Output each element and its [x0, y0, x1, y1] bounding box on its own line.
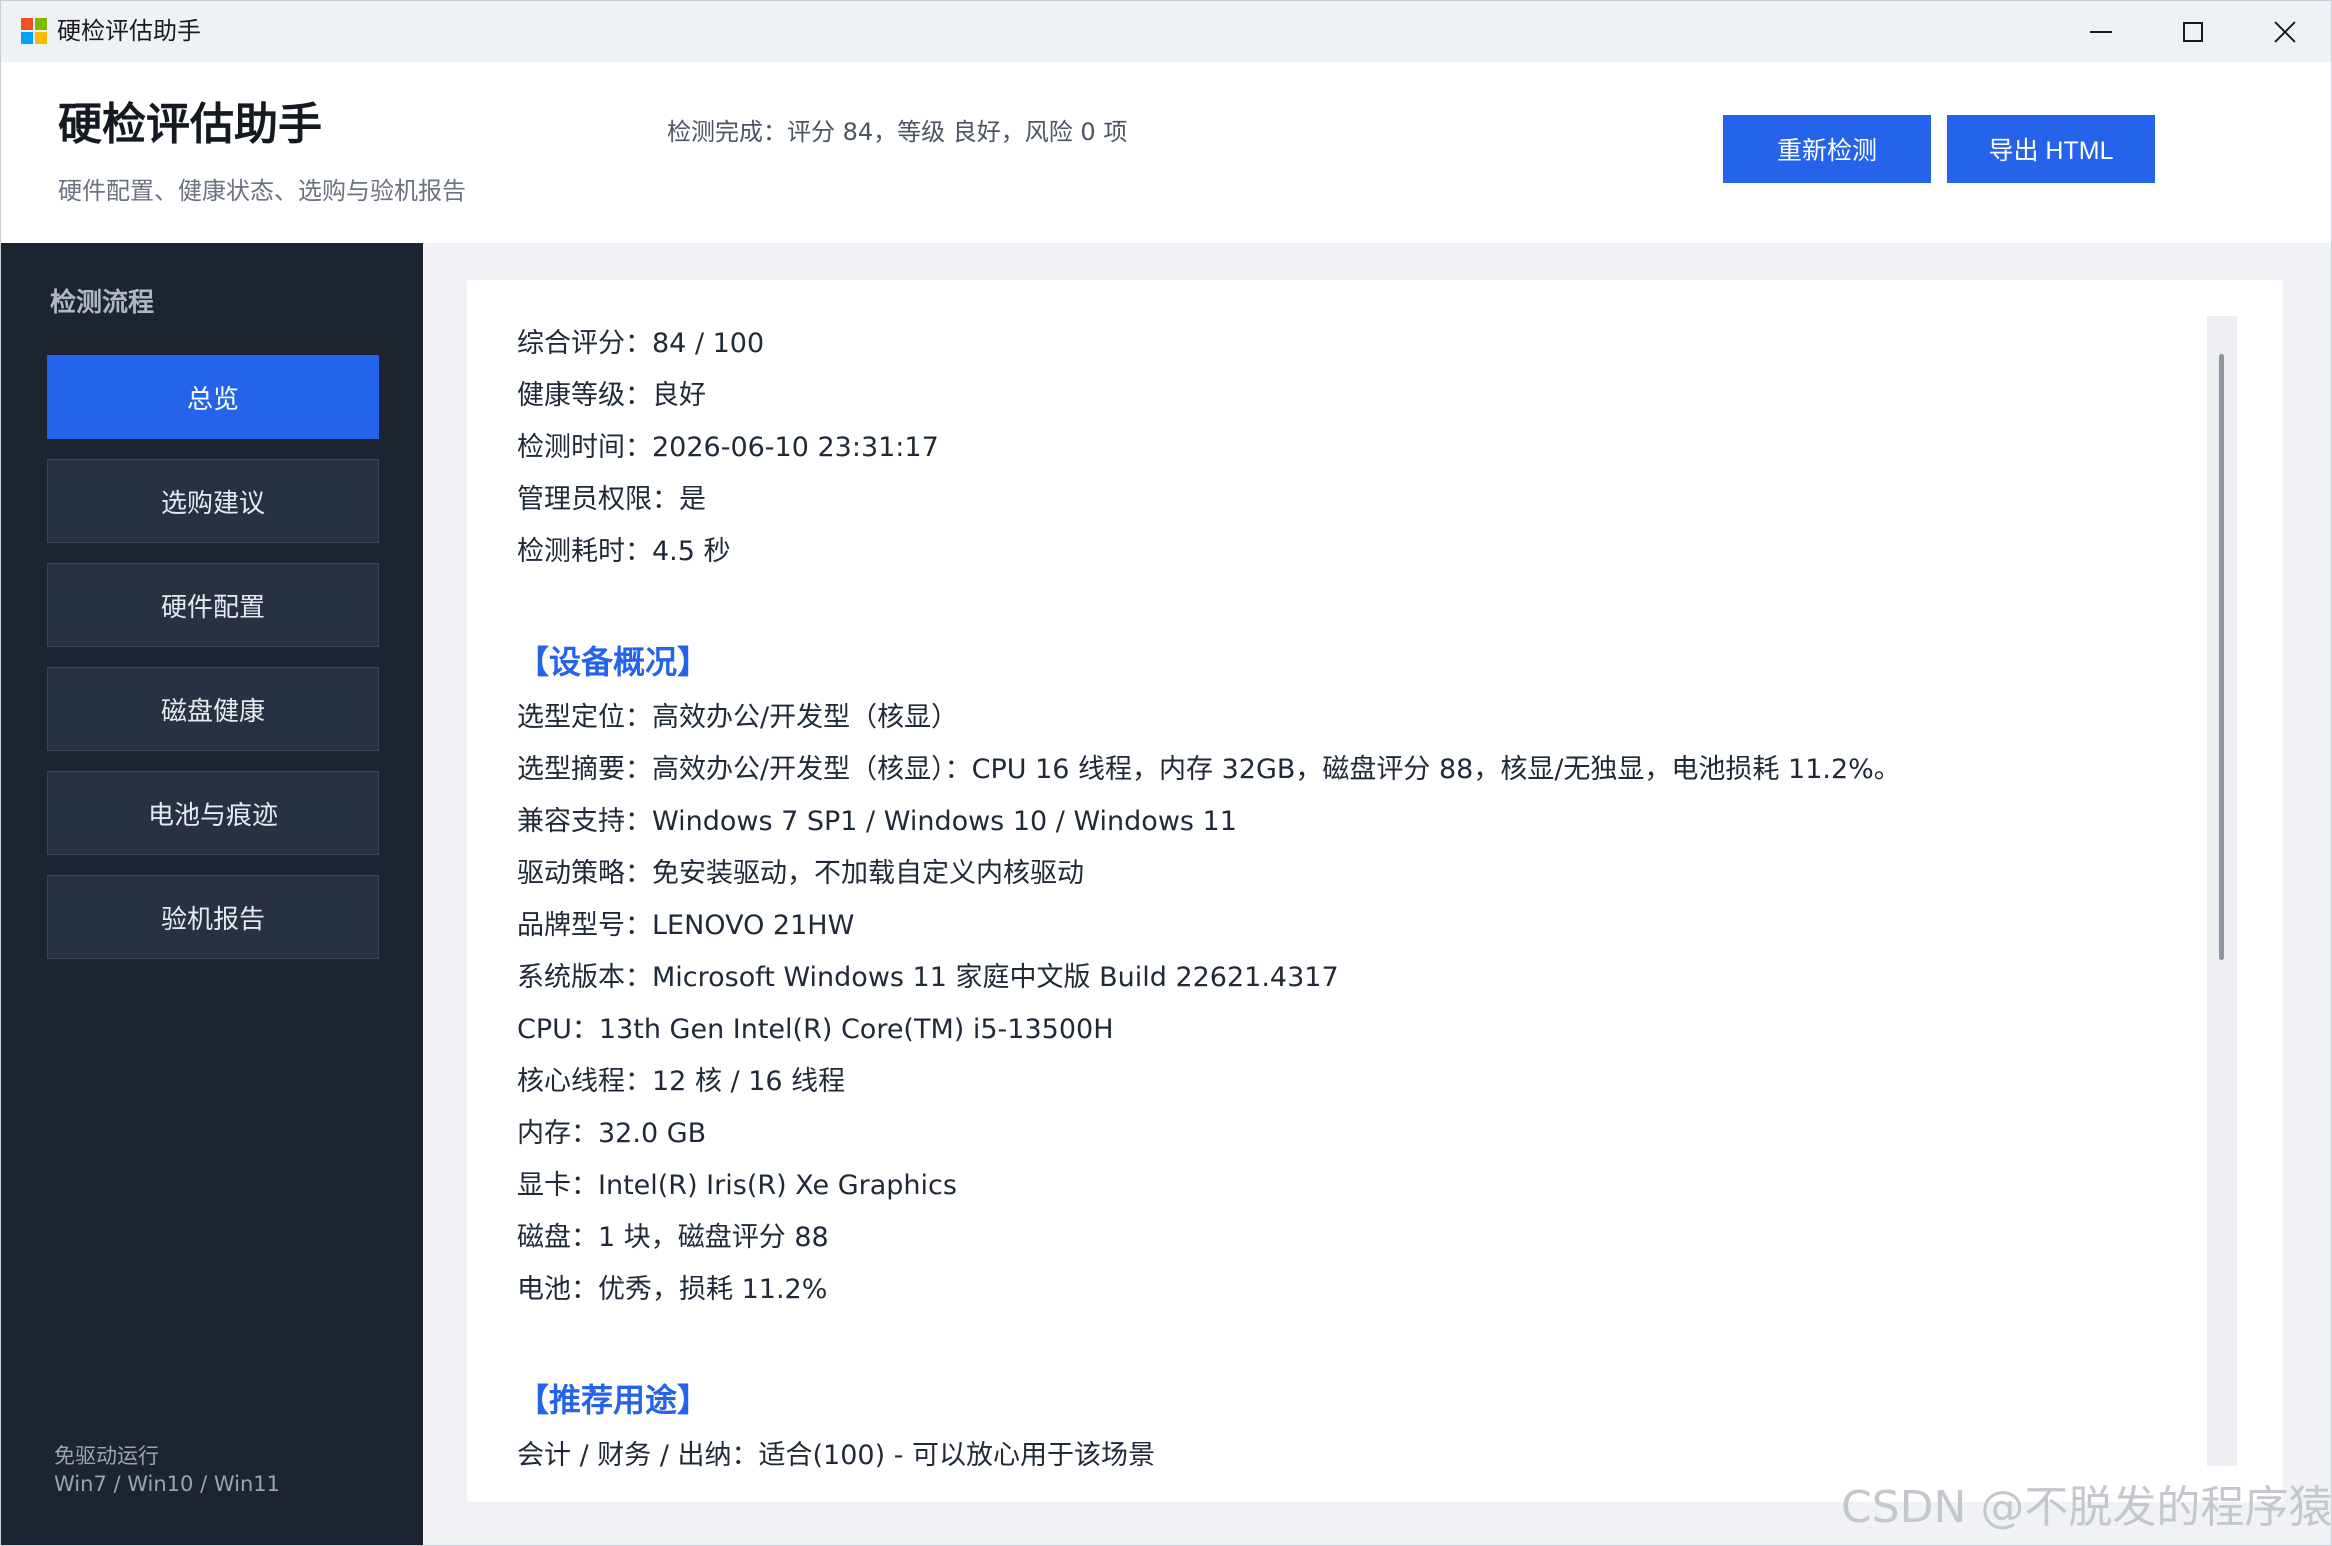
minimize-icon	[2090, 30, 2112, 33]
device-line: 选型定位：高效办公/开发型（核显）	[517, 702, 959, 733]
device-line: 核心线程：12 核 / 16 线程	[517, 1066, 846, 1097]
scan-status-text: 检测完成：评分 84，等级 良好，风险 0 项	[667, 118, 1128, 146]
sidebar-item-label: 磁盘健康	[160, 696, 265, 727]
device-line: 内存：32.0 GB	[517, 1118, 707, 1149]
sidebar-item-label: 硬件配置	[160, 592, 265, 623]
report-panel[interactable]: 综合评分：84 / 100 健康等级：良好 检测时间：2026-06-10 23…	[467, 280, 2283, 1502]
report-scrollbar[interactable]	[2207, 316, 2237, 1466]
sidebar-footer-mode: 免驱动运行	[54, 1444, 159, 1468]
scrollbar-thumb[interactable]	[2219, 354, 2224, 960]
maximize-button[interactable]	[2147, 1, 2239, 62]
close-icon	[2274, 21, 2296, 43]
page-subtitle: 硬件配置、健康状态、选购与验机报告	[58, 177, 466, 205]
title-bar[interactable]: 硬检评估助手	[1, 1, 2331, 62]
device-line: 兼容支持：Windows 7 SP1 / Windows 10 / Window…	[517, 806, 1237, 837]
section-title-usage: 【推荐用途】	[517, 1381, 710, 1419]
window-title: 硬检评估助手	[57, 17, 201, 45]
section-title-device: 【设备概况】	[517, 643, 710, 681]
sidebar-heading: 检测流程	[50, 288, 155, 318]
rescan-button[interactable]: 重新检测	[1723, 115, 1931, 183]
sidebar-item-label: 总览	[186, 384, 239, 415]
close-button[interactable]	[2239, 1, 2331, 62]
summary-line: 检测时间：2026-06-10 23:31:17	[517, 432, 939, 463]
sidebar-item-hardware-config[interactable]: 硬件配置	[47, 563, 379, 647]
sidebar: 检测流程 总览 选购建议 硬件配置 磁盘健康 电池与痕迹 验机报告 免驱动运行 …	[1, 243, 423, 1545]
maximize-icon	[2183, 21, 2203, 42]
sidebar-item-inspection-report[interactable]: 验机报告	[47, 875, 379, 959]
device-line: 驱动策略：免安装驱动，不加载自定义内核驱动	[517, 858, 1084, 889]
sidebar-item-purchase-advice[interactable]: 选购建议	[47, 459, 379, 543]
device-line: 磁盘：1 块，磁盘评分 88	[517, 1222, 829, 1253]
report-text: 综合评分：84 / 100 健康等级：良好 检测时间：2026-06-10 23…	[517, 318, 2157, 1482]
minimize-button[interactable]	[2055, 1, 2147, 62]
device-line: 选型摘要：高效办公/开发型（核显）：CPU 16 线程，内存 32GB，磁盘评分…	[517, 754, 1901, 785]
device-line: 品牌型号：LENOVO 21HW	[517, 910, 855, 941]
usage-line: 会计 / 财务 / 出纳：适合(100) - 可以放心用于该场景	[517, 1440, 1156, 1471]
sidebar-footer: 免驱动运行 Win7 / Win10 / Win11	[54, 1442, 280, 1498]
app-window: 硬检评估助手 硬检评估助手 硬件配置、健康状态、选购与验机报告 检测完成：评分 …	[0, 0, 2332, 1546]
summary-line: 综合评分：84 / 100	[517, 328, 765, 359]
sidebar-item-battery-traces[interactable]: 电池与痕迹	[47, 771, 379, 855]
page-title: 硬检评估助手	[58, 99, 322, 150]
sidebar-footer-os: Win7 / Win10 / Win11	[54, 1472, 280, 1496]
summary-line: 健康等级：良好	[517, 380, 706, 411]
sidebar-item-label: 电池与痕迹	[147, 800, 278, 831]
device-line: 系统版本：Microsoft Windows 11 家庭中文版 Build 22…	[517, 962, 1339, 993]
summary-line: 检测耗时：4.5 秒	[517, 536, 731, 567]
app-logo-icon	[21, 18, 47, 44]
app-header: 硬检评估助手 硬件配置、健康状态、选购与验机报告 检测完成：评分 84，等级 良…	[1, 62, 2331, 243]
device-line: 电池：优秀，损耗 11.2%	[517, 1274, 828, 1305]
watermark-text: CSDN @不脱发的程序猿	[1841, 1482, 2332, 1533]
sidebar-item-overview[interactable]: 总览	[47, 355, 379, 439]
sidebar-item-disk-health[interactable]: 磁盘健康	[47, 667, 379, 751]
sidebar-item-label: 选购建议	[160, 488, 265, 519]
device-line: CPU：13th Gen Intel(R) Core(TM) i5-13500H	[517, 1014, 1114, 1045]
export-html-button[interactable]: 导出 HTML	[1947, 115, 2155, 183]
summary-line: 管理员权限：是	[517, 484, 706, 515]
sidebar-item-label: 验机报告	[160, 904, 265, 935]
device-line: 显卡：Intel(R) Iris(R) Xe Graphics	[517, 1170, 957, 1201]
